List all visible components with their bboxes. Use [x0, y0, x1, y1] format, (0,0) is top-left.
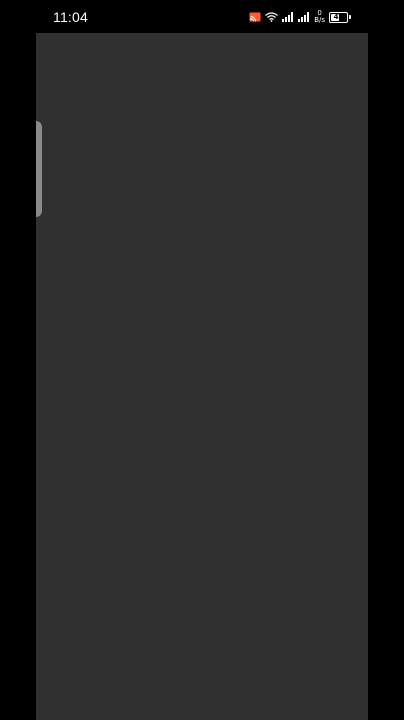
cast-icon	[249, 12, 261, 22]
app-content-panel[interactable]	[36, 33, 368, 720]
signal-icon-2	[298, 12, 310, 22]
network-speed-unit: B/s	[314, 16, 325, 24]
battery-cap	[349, 15, 351, 19]
edge-swipe-handle[interactable]	[36, 121, 42, 217]
phone-screen: 11:04 0 B/s 48	[0, 0, 404, 720]
battery-level: 48	[333, 12, 344, 21]
wifi-icon	[265, 12, 279, 22]
battery-icon: 48	[329, 11, 348, 23]
status-bar: 11:04 0 B/s 48	[0, 0, 404, 34]
status-clock: 11:04	[53, 9, 88, 25]
signal-icon	[282, 12, 294, 22]
network-speed: 0 B/s	[314, 10, 325, 24]
status-icons: 0 B/s 48	[249, 8, 351, 26]
